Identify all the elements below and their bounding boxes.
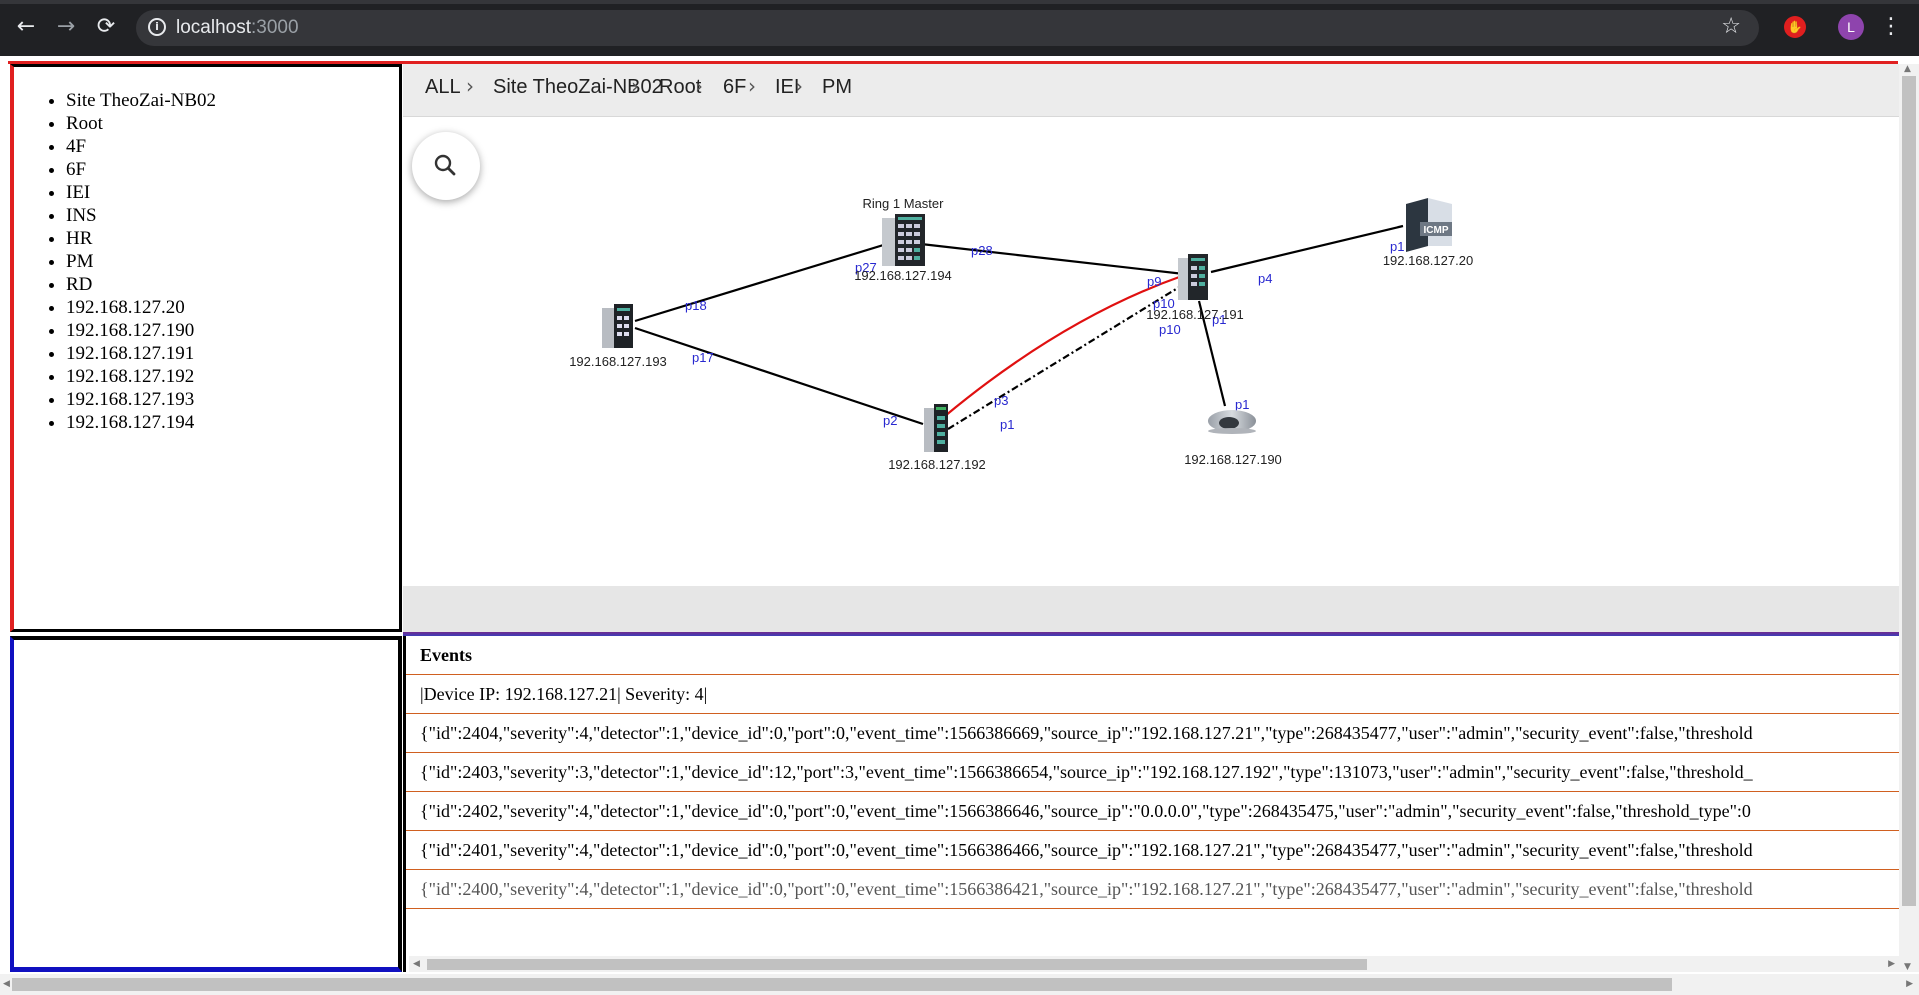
device-ip-label: 192.168.127.190 <box>1184 452 1282 467</box>
tree-item[interactable]: 4F <box>66 135 216 158</box>
events-filter: |Device IP: 192.168.127.21| Severity: 4| <box>406 675 1899 714</box>
tree-item[interactable]: Site TheoZai-NB02 <box>66 89 216 112</box>
device-ip-label: 192.168.127.194 <box>854 268 952 283</box>
link-192-191-redundant[interactable] <box>944 274 1183 417</box>
tree-item[interactable]: Root <box>66 112 216 135</box>
link-194-191[interactable] <box>920 242 1185 276</box>
port-label: p10 <box>1159 322 1181 337</box>
reload-icon[interactable]: ⟳ <box>92 13 120 41</box>
tree-item[interactable]: 192.168.127.192 <box>66 365 216 388</box>
bookmark-star-icon[interactable]: ☆ <box>1721 14 1741 39</box>
info-icon[interactable]: i <box>148 18 166 36</box>
tree-item[interactable]: INS <box>66 204 216 227</box>
url-host: localhost <box>176 17 251 38</box>
port-label: p2 <box>883 413 897 428</box>
url-text: localhost:3000 <box>176 17 299 39</box>
tree-item[interactable]: 192.168.127.191 <box>66 342 216 365</box>
scrollbar-thumb[interactable] <box>12 978 1672 991</box>
device-ip-label: 192.168.127.20 <box>1383 253 1473 268</box>
port-label: p1 <box>1390 239 1404 254</box>
tree-item[interactable]: 192.168.127.194 <box>66 411 216 434</box>
device-ip-label: 192.168.127.193 <box>569 354 667 369</box>
port-label: p1 <box>1000 417 1014 432</box>
event-row[interactable]: {"id":2401,"severity":4,"detector":1,"de… <box>406 831 1899 870</box>
scroll-right-icon[interactable]: ▶ <box>1888 959 1895 969</box>
switch-icon-191[interactable] <box>1178 254 1208 300</box>
detail-panel <box>10 636 402 972</box>
topology-footer <box>403 586 1899 632</box>
chevron-right-icon: › <box>631 74 639 98</box>
event-row[interactable]: {"id":2402,"severity":4,"detector":1,"de… <box>406 792 1899 831</box>
chevron-right-icon: › <box>748 74 756 98</box>
scroll-left-icon[interactable]: ◀ <box>413 959 420 969</box>
tab-strip <box>0 0 1919 4</box>
tree-item[interactable]: 192.168.127.190 <box>66 319 216 342</box>
port-label: p3 <box>994 393 1008 408</box>
search-icon <box>434 154 456 176</box>
breadcrumb: ALL › Site TheoZai-NB02 › Root › 6F › IE… <box>403 64 1899 117</box>
device-ip-label: 192.168.127.191 <box>1146 307 1244 322</box>
port-label: p9 <box>1147 274 1161 289</box>
app-root: Site TheoZai-NB02 Root 4F 6F IEI INS HR … <box>0 56 1919 995</box>
topology-canvas[interactable]: p18 p17 p27 p28 p2 p3 p1 p9 p10 p10 p1 p… <box>403 118 1899 586</box>
port-label: p4 <box>1258 271 1272 286</box>
switch-icon-192[interactable] <box>924 404 948 452</box>
site-tree-panel: Site TheoZai-NB02 Root 4F 6F IEI INS HR … <box>10 64 402 632</box>
scrollbar-thumb[interactable] <box>427 959 1367 970</box>
scroll-left-icon[interactable]: ◀ <box>3 979 10 989</box>
adblock-extension-icon[interactable]: ✋ <box>1784 16 1806 38</box>
events-title: Events <box>406 636 1899 675</box>
breadcrumb-item[interactable]: 6F <box>723 76 746 99</box>
port-label: p28 <box>971 243 993 258</box>
tree-item[interactable]: 192.168.127.193 <box>66 388 216 411</box>
address-bar[interactable]: i localhost:3000 ☆ <box>136 10 1759 46</box>
icmp-badge: ICMP <box>1424 225 1449 236</box>
page-vertical-scrollbar[interactable]: ▲ ▼ <box>1899 64 1919 972</box>
tree-item[interactable]: 6F <box>66 158 216 181</box>
browser-toolbar: ← → ⟳ i localhost:3000 ☆ ✋ L ⋮ <box>0 0 1919 56</box>
port-label: p1 <box>1235 397 1249 412</box>
forward-icon[interactable]: → <box>52 13 80 41</box>
port-label: p17 <box>692 350 714 365</box>
scroll-up-icon[interactable]: ▲ <box>1904 64 1911 74</box>
switch-icon-194[interactable] <box>882 214 925 266</box>
event-row[interactable]: {"id":2404,"severity":4,"detector":1,"de… <box>406 714 1899 753</box>
icmp-server-icon[interactable]: ICMP <box>1406 198 1452 252</box>
chevron-right-icon: › <box>795 74 803 98</box>
device-ip-label: 192.168.127.192 <box>888 457 986 472</box>
tree-item[interactable]: 192.168.127.20 <box>66 296 216 319</box>
link-191-20[interactable] <box>1210 224 1404 274</box>
device-caption: Ring 1 Master <box>863 196 945 211</box>
event-row[interactable]: {"id":2400,"severity":4,"detector":1,"de… <box>406 870 1899 909</box>
tree-item[interactable]: PM <box>66 250 216 273</box>
tree-item[interactable]: RD <box>66 273 216 296</box>
profile-avatar[interactable]: L <box>1838 14 1864 40</box>
page-horizontal-scrollbar[interactable]: ◀ ▶ <box>0 974 1919 995</box>
site-tree-list: Site TheoZai-NB02 Root 4F 6F IEI INS HR … <box>66 89 216 434</box>
events-horizontal-scrollbar[interactable]: ◀ ▶ <box>409 956 1899 972</box>
tree-item[interactable]: IEI <box>66 181 216 204</box>
scroll-down-icon[interactable]: ▼ <box>1904 962 1911 972</box>
scrollbar-thumb[interactable] <box>1902 76 1916 906</box>
url-port: :3000 <box>251 17 299 38</box>
breadcrumb-item[interactable]: PM <box>822 76 852 99</box>
event-row[interactable]: {"id":2403,"severity":3,"detector":1,"de… <box>406 753 1899 792</box>
link-193-192[interactable] <box>634 326 924 426</box>
chevron-right-icon: › <box>466 74 474 98</box>
camera-icon-190[interactable] <box>1208 410 1256 434</box>
chevron-right-icon: › <box>695 74 703 98</box>
topology-panel: ALL › Site TheoZai-NB02 › Root › 6F › IE… <box>403 64 1899 632</box>
events-panel: Events |Device IP: 192.168.127.21| Sever… <box>403 636 1899 972</box>
back-icon[interactable]: ← <box>12 13 40 41</box>
tree-item[interactable]: HR <box>66 227 216 250</box>
search-button[interactable] <box>412 132 480 200</box>
breadcrumb-item[interactable]: ALL <box>425 76 461 99</box>
switch-icon-193[interactable] <box>602 304 633 348</box>
scroll-right-icon[interactable]: ▶ <box>1906 979 1913 989</box>
port-label: p18 <box>685 298 707 313</box>
browser-menu-icon[interactable]: ⋮ <box>1880 13 1902 41</box>
